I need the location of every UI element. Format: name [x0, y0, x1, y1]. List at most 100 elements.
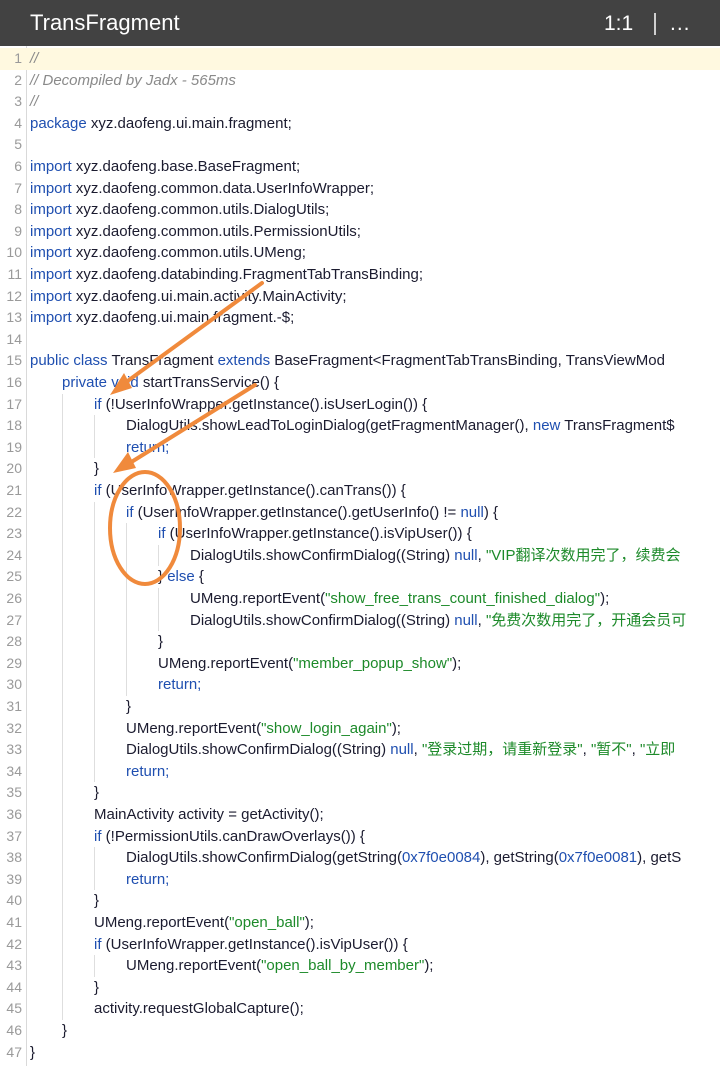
code-line[interactable]: 10 import xyz.daofeng.common.utils.UMeng;: [0, 242, 720, 264]
indent-guide: [62, 588, 63, 610]
code-line[interactable]: 7 import xyz.daofeng.common.data.UserInfo…: [0, 178, 720, 200]
code-line[interactable]: 39 return;: [0, 868, 720, 891]
code-line[interactable]: 14: [0, 329, 720, 351]
indent-guide: [126, 674, 127, 696]
code-line[interactable]: 3 //: [0, 91, 720, 113]
line-number: 31: [6, 698, 22, 714]
code-token: public class: [30, 352, 108, 370]
code-line[interactable]: 47}: [0, 1042, 720, 1064]
code-line[interactable]: 31}: [0, 696, 720, 718]
code-token: TransFragment$: [560, 417, 675, 435]
cursor-position-button[interactable]: 1:1: [604, 11, 633, 37]
code-text: }: [62, 1020, 67, 1042]
code-line[interactable]: 16 private void startTransService() {: [0, 372, 720, 394]
code-line[interactable]: 18 DialogUtils.showLeadToLoginDialog(getF…: [0, 415, 720, 437]
code-text: private void startTransService() {: [62, 372, 279, 394]
code-line[interactable]: 9 import xyz.daofeng.common.utils.Permiss…: [0, 221, 720, 243]
code-token: xyz.daofeng.common.utils.UMeng;: [71, 244, 306, 262]
code-token: UMeng.reportEvent(: [126, 957, 262, 975]
indent-guide: [62, 609, 63, 632]
code-line[interactable]: 5: [0, 134, 720, 156]
more-menu-button[interactable]: ...: [670, 11, 691, 37]
code-line[interactable]: 15 public class TransFragment extends Bas…: [0, 350, 720, 372]
code-line[interactable]: 2 // Decompiled by Jadx - 565ms: [0, 70, 720, 92]
code-token: import: [30, 287, 72, 305]
code-token: }: [62, 1022, 68, 1039]
code-token: (!UserInfoWrapper.getInstance().isUserLo…: [101, 395, 428, 413]
code-token: xyz.daofeng.common.data.UserInfoWrapper;: [71, 179, 375, 197]
code-text: }: [126, 696, 131, 718]
code-line[interactable]: 33 DialogUtils.showConfirmDialog((String)…: [0, 739, 720, 761]
code-line[interactable]: 11 import xyz.daofeng.databinding.Fragmen…: [0, 264, 720, 286]
indent-guide: [94, 609, 95, 632]
code-text: UMeng.reportEvent("open_ball");: [94, 912, 314, 934]
code-token: //: [30, 50, 39, 67]
indent-guide: [62, 976, 63, 999]
code-line[interactable]: 25} else {: [0, 566, 720, 588]
line-number: 35: [6, 784, 22, 801]
indent-guide: [62, 955, 63, 977]
line-number: 45: [6, 1000, 22, 1017]
line-number: 15: [6, 352, 22, 369]
code-token: DialogUtils.showConfirmDialog((String): [190, 611, 455, 629]
code-line[interactable]: 24 DialogUtils.showConfirmDialog((String)…: [0, 544, 720, 567]
line-number: 13: [6, 309, 22, 326]
code-text: if (UserInfoWrapper.getInstance().isVipU…: [158, 523, 472, 545]
code-line[interactable]: 26 UMeng.reportEvent("show_free_trans_cou…: [0, 588, 720, 610]
code-token: activity.requestGlobalCapture();: [94, 1000, 304, 1018]
code-line[interactable]: 37 if (!PermissionUtils.canDrawOverlays()…: [0, 825, 720, 848]
code-line[interactable]: 45 activity.requestGlobalCapture();: [0, 998, 720, 1020]
code-text: return;: [126, 761, 169, 783]
line-number: 18: [6, 417, 22, 434]
code-token: }: [158, 568, 168, 586]
code-text: return;: [126, 869, 169, 891]
code-token: if: [94, 482, 102, 499]
code-line[interactable]: 46}: [0, 1020, 720, 1042]
code-line[interactable]: 40}: [0, 890, 720, 912]
code-line[interactable]: 19 return;: [0, 436, 720, 459]
code-line[interactable]: 27 DialogUtils.showConfirmDialog((String)…: [0, 609, 720, 632]
code-text: //: [30, 91, 38, 113]
code-line[interactable]: 8 import xyz.daofeng.common.utils.DialogU…: [0, 199, 720, 221]
code-line[interactable]: 21 if (UserInfoWrapper.getInstance().canT…: [0, 480, 720, 502]
line-number: 36: [6, 806, 22, 822]
code-token: return;: [126, 438, 170, 456]
code-token: return;: [126, 870, 170, 888]
code-line[interactable]: 1 //: [0, 48, 720, 70]
code-line[interactable]: 28}: [0, 631, 720, 653]
indent-guide: [62, 458, 63, 480]
code-line[interactable]: 34 return;: [0, 760, 720, 783]
code-line[interactable]: 30 return;: [0, 674, 720, 696]
code-line[interactable]: 32 UMeng.reportEvent("show_login_again");: [0, 717, 720, 740]
line-number: 41: [6, 914, 22, 930]
code-line[interactable]: 20}: [0, 458, 720, 480]
code-token: DialogUtils.showConfirmDialog((String): [126, 741, 391, 759]
code-line[interactable]: 38 DialogUtils.showConfirmDialog(getStrin…: [0, 847, 720, 869]
code-line[interactable]: 41 UMeng.reportEvent("open_ball");: [0, 912, 720, 934]
page-title: TransFragment: [30, 10, 180, 35]
code-line[interactable]: 29 UMeng.reportEvent("member_popup_show")…: [0, 652, 720, 675]
code-line[interactable]: 4 package xyz.daofeng.ui.main.fragment;: [0, 113, 720, 135]
code-token: }: [158, 633, 164, 651]
code-line[interactable]: 42 if (UserInfoWrapper.getInstance().isVi…: [0, 933, 720, 956]
code-line[interactable]: 23 if (UserInfoWrapper.getInstance().isVi…: [0, 523, 720, 545]
line-number: 7: [14, 179, 22, 196]
code-line[interactable]: 44}: [0, 976, 720, 999]
code-line[interactable]: 43 UMeng.reportEvent("open_ball_by_member…: [0, 955, 720, 977]
code-token: ,: [582, 741, 591, 759]
code-line[interactable]: 36 MainActivity activity = getActivity();: [0, 804, 720, 826]
code-line[interactable]: 22 if (UserInfoWrapper.getInstance().getU…: [0, 501, 720, 524]
code-line[interactable]: 35}: [0, 782, 720, 804]
toolbar-divider: [654, 13, 656, 35]
code-token: UMeng.reportEvent(: [126, 719, 262, 737]
indent-guide: [62, 825, 63, 848]
code-editor[interactable]: 1 // 2 // Decompiled by Jadx - 565ms 3 // 4 pac…: [0, 46, 720, 1066]
code-line[interactable]: 12 import xyz.daofeng.ui.main.activity.Ma…: [0, 286, 720, 308]
code-line[interactable]: 17 if (!UserInfoWrapper.getInstance().isU…: [0, 393, 720, 416]
line-number: 20: [6, 460, 22, 477]
line-number: 39: [6, 870, 22, 887]
code-line[interactable]: 6 import xyz.daofeng.base.BaseFragment;: [0, 156, 720, 178]
code-token: xyz.daofeng.base.BaseFragment;: [71, 158, 301, 175]
code-text: }: [94, 890, 99, 912]
code-line[interactable]: 13 import xyz.daofeng.ui.main.fragment.-$…: [0, 307, 720, 329]
